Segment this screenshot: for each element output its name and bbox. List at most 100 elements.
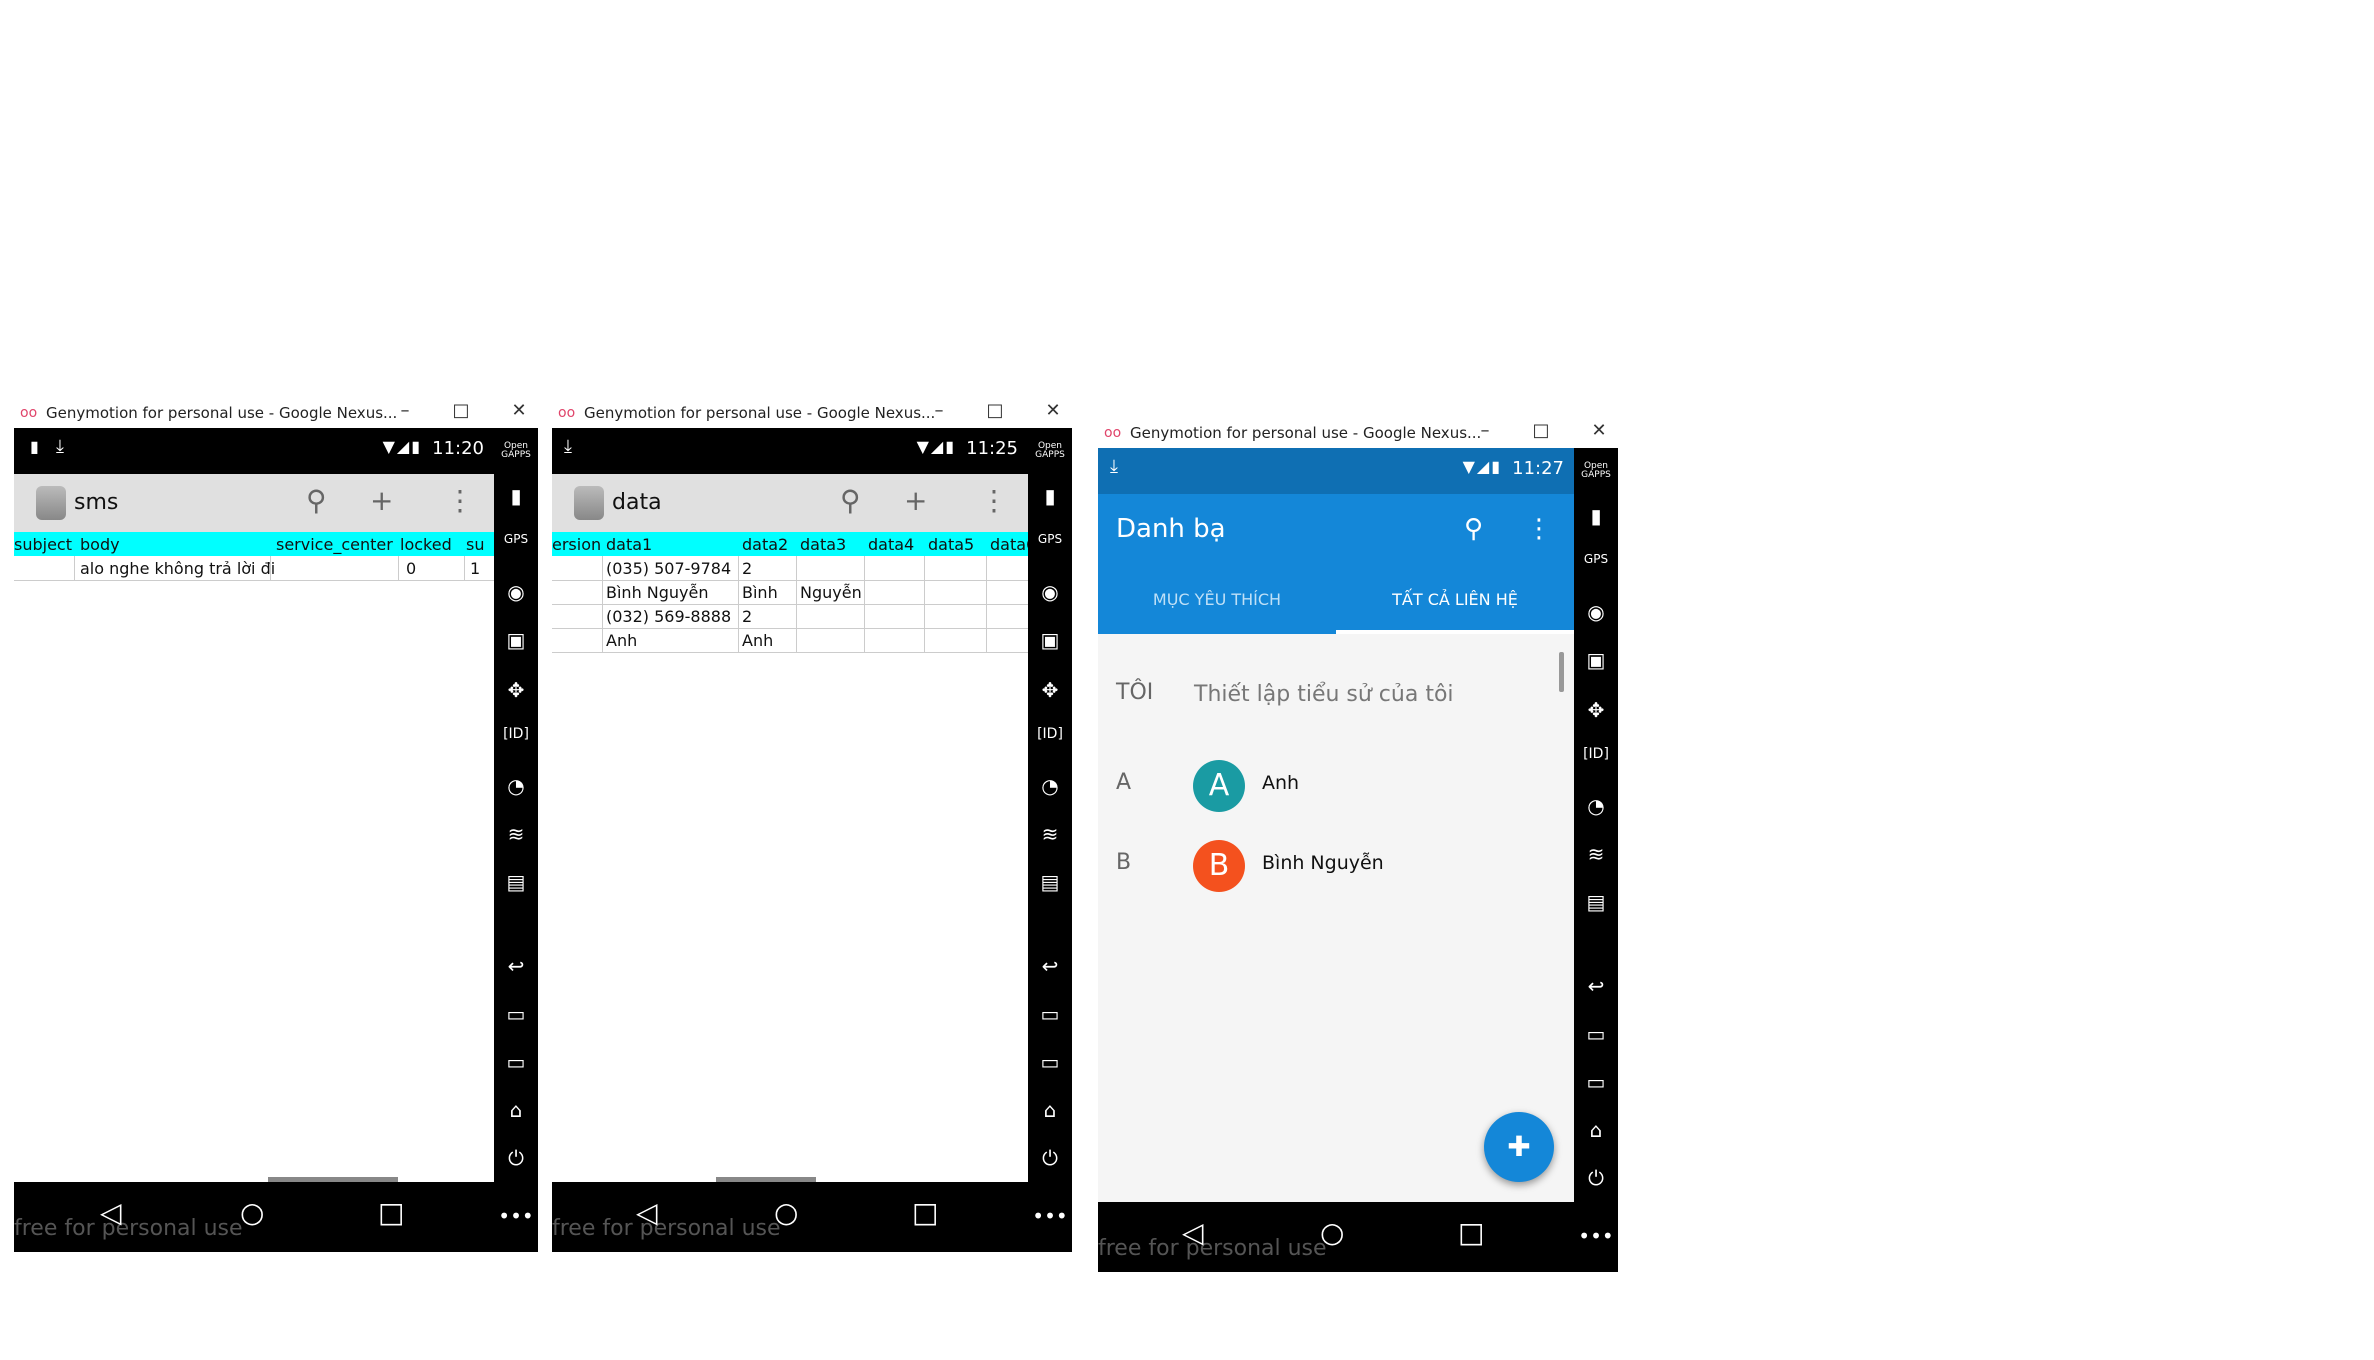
add-icon[interactable]: + bbox=[370, 484, 393, 517]
menu-icon[interactable]: ▭ bbox=[1574, 1070, 1618, 1094]
open-gapps-icon[interactable]: Open GAPPS bbox=[1028, 442, 1072, 460]
menu-icon[interactable]: ▭ bbox=[494, 1050, 538, 1074]
add-contact-button[interactable]: ✚ bbox=[1484, 1112, 1554, 1182]
table-row[interactable]: Anh Anh bbox=[552, 628, 1028, 652]
back-icon[interactable]: ↩ bbox=[1028, 954, 1072, 978]
battery-widget-icon[interactable]: ▮ bbox=[494, 484, 538, 508]
open-gapps-icon[interactable]: Open GAPPS bbox=[1574, 462, 1618, 480]
close-button[interactable]: ✕ bbox=[506, 400, 532, 421]
power-icon[interactable]: ⏻ bbox=[1028, 1146, 1072, 1170]
more-horiz-icon[interactable]: ••• bbox=[1028, 1204, 1072, 1228]
column-header[interactable]: data6 bbox=[990, 535, 1028, 554]
video-capture-icon[interactable]: ▣ bbox=[494, 628, 538, 652]
recent-apps-icon[interactable]: ▭ bbox=[1028, 1002, 1072, 1026]
column-header[interactable]: su bbox=[466, 535, 484, 554]
column-header[interactable]: data2 bbox=[742, 535, 788, 554]
back-icon[interactable]: ↩ bbox=[494, 954, 538, 978]
move-icon[interactable]: ✥ bbox=[1028, 678, 1072, 702]
search-icon[interactable]: ⚲ bbox=[306, 484, 327, 517]
nav-back-icon[interactable]: ◁ bbox=[636, 1196, 658, 1229]
camera-icon[interactable]: ◉ bbox=[1574, 600, 1618, 624]
add-icon[interactable]: + bbox=[904, 484, 927, 517]
device-id-icon[interactable]: [ID] bbox=[1574, 746, 1618, 762]
gps-icon[interactable]: GPS bbox=[494, 532, 538, 546]
minimize-button[interactable]: – bbox=[926, 400, 952, 421]
disk-icon[interactable]: ◔ bbox=[1028, 774, 1072, 798]
table-row[interactable]: Bình Nguyễn Bình Nguyễn bbox=[552, 580, 1028, 604]
minimize-button[interactable]: – bbox=[392, 400, 418, 421]
disk-icon[interactable]: ◔ bbox=[494, 774, 538, 798]
nav-home-icon[interactable]: ○ bbox=[240, 1196, 264, 1229]
column-header[interactable]: locked bbox=[400, 535, 452, 554]
device-id-icon[interactable]: [ID] bbox=[494, 726, 538, 742]
column-header[interactable]: data5 bbox=[928, 535, 974, 554]
nav-back-icon[interactable]: ◁ bbox=[100, 1196, 122, 1229]
nav-recents-icon[interactable]: □ bbox=[378, 1196, 404, 1229]
power-icon[interactable]: ⏻ bbox=[494, 1146, 538, 1170]
gps-icon[interactable]: GPS bbox=[1028, 532, 1072, 546]
camera-icon[interactable]: ◉ bbox=[494, 580, 538, 604]
network-icon[interactable]: ≋ bbox=[1028, 822, 1072, 846]
more-vert-icon[interactable]: ⋮ bbox=[1526, 514, 1552, 544]
home-icon[interactable]: ⌂ bbox=[494, 1098, 538, 1122]
column-header[interactable]: body bbox=[80, 535, 120, 554]
more-horiz-icon[interactable]: ••• bbox=[1574, 1224, 1618, 1248]
video-capture-icon[interactable]: ▣ bbox=[1574, 648, 1618, 672]
maximize-button[interactable]: □ bbox=[448, 400, 474, 421]
search-icon[interactable]: ⚲ bbox=[1464, 514, 1483, 544]
maximize-button[interactable]: □ bbox=[1528, 420, 1554, 441]
more-vert-icon[interactable]: ⋮ bbox=[446, 484, 474, 517]
table-row[interactable]: (035) 507-9784 2 bbox=[552, 556, 1028, 580]
home-icon[interactable]: ⌂ bbox=[1574, 1118, 1618, 1142]
table-row[interactable]: (032) 569-8888 2 bbox=[552, 604, 1028, 628]
network-icon[interactable]: ≋ bbox=[494, 822, 538, 846]
tab-all-contacts[interactable]: TẤT CẢ LIÊN HỆ bbox=[1336, 590, 1574, 609]
minimize-button[interactable]: – bbox=[1472, 420, 1498, 441]
camera-icon[interactable]: ◉ bbox=[1028, 580, 1072, 604]
device-id-icon[interactable]: [ID] bbox=[1028, 726, 1072, 742]
move-icon[interactable]: ✥ bbox=[1574, 698, 1618, 722]
nav-home-icon[interactable]: ○ bbox=[774, 1196, 798, 1229]
open-gapps-icon[interactable]: Open GAPPS bbox=[494, 442, 538, 460]
nav-recents-icon[interactable]: □ bbox=[1458, 1216, 1484, 1249]
close-button[interactable]: ✕ bbox=[1040, 400, 1066, 421]
more-vert-icon[interactable]: ⋮ bbox=[980, 484, 1008, 517]
avatar[interactable]: B bbox=[1193, 840, 1245, 892]
contact-name[interactable]: Bình Nguyễn bbox=[1262, 852, 1384, 874]
column-header[interactable]: service_center bbox=[276, 535, 393, 554]
battery-widget-icon[interactable]: ▮ bbox=[1574, 504, 1618, 528]
sms-icon[interactable]: ▤ bbox=[1574, 890, 1618, 914]
recent-apps-icon[interactable]: ▭ bbox=[1574, 1022, 1618, 1046]
nav-recents-icon[interactable]: □ bbox=[912, 1196, 938, 1229]
column-header[interactable]: data4 bbox=[868, 535, 914, 554]
menu-icon[interactable]: ▭ bbox=[1028, 1050, 1072, 1074]
move-icon[interactable]: ✥ bbox=[494, 678, 538, 702]
column-header[interactable]: data1 bbox=[606, 535, 652, 554]
video-capture-icon[interactable]: ▣ bbox=[1028, 628, 1072, 652]
maximize-button[interactable]: □ bbox=[982, 400, 1008, 421]
power-icon[interactable]: ⏻ bbox=[1574, 1166, 1618, 1190]
disk-icon[interactable]: ◔ bbox=[1574, 794, 1618, 818]
home-icon[interactable]: ⌂ bbox=[1028, 1098, 1072, 1122]
back-icon[interactable]: ↩ bbox=[1574, 974, 1618, 998]
column-header[interactable]: data3 bbox=[800, 535, 846, 554]
sms-icon[interactable]: ▤ bbox=[494, 870, 538, 894]
column-header[interactable]: subject bbox=[14, 535, 72, 554]
contact-name[interactable]: Anh bbox=[1262, 772, 1299, 794]
setup-profile-link[interactable]: Thiết lập tiểu sử của tôi bbox=[1194, 682, 1454, 707]
close-button[interactable]: ✕ bbox=[1586, 420, 1612, 441]
table-row[interactable]: alo nghe không trả lời đi 0 1 bbox=[14, 556, 494, 580]
avatar[interactable]: A bbox=[1193, 760, 1245, 812]
tab-favorites[interactable]: MỤC YÊU THÍCH bbox=[1098, 590, 1336, 609]
gps-icon[interactable]: GPS bbox=[1574, 552, 1618, 566]
network-icon[interactable]: ≋ bbox=[1574, 842, 1618, 866]
battery-widget-icon[interactable]: ▮ bbox=[1028, 484, 1072, 508]
sms-icon[interactable]: ▤ bbox=[1028, 870, 1072, 894]
more-horiz-icon[interactable]: ••• bbox=[494, 1204, 538, 1228]
contact-list: TÔI Thiết lập tiểu sử của tôi A A Anh B … bbox=[1098, 634, 1574, 1202]
column-header[interactable]: ersion bbox=[552, 535, 601, 554]
recent-apps-icon[interactable]: ▭ bbox=[494, 1002, 538, 1026]
nav-home-icon[interactable]: ○ bbox=[1320, 1216, 1344, 1249]
search-icon[interactable]: ⚲ bbox=[840, 484, 861, 517]
nav-back-icon[interactable]: ◁ bbox=[1182, 1216, 1204, 1249]
